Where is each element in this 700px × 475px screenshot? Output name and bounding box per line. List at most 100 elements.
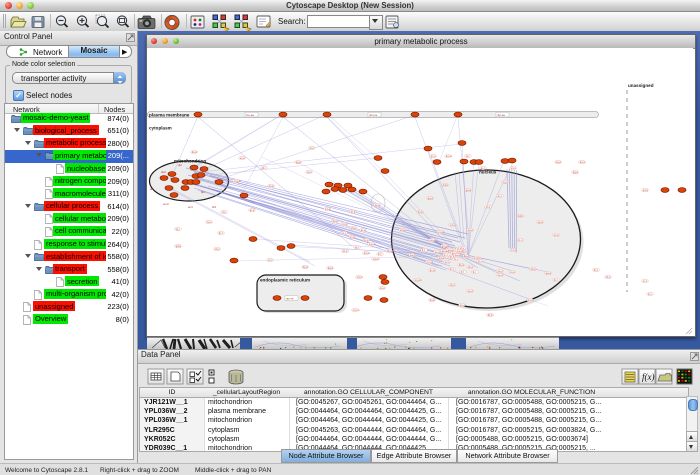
svg-text:amt: amt — [181, 184, 186, 188]
svg-text:unassigned: unassigned — [628, 83, 654, 88]
svg-text:endoplasmic reticulum: endoplasmic reticulum — [260, 278, 310, 283]
svg-text:me-m: me-m — [457, 250, 464, 253]
svg-text:cytoplasm: cytoplasm — [149, 126, 172, 131]
svg-text:fp-f: fp-f — [219, 231, 223, 235]
svg-text:oo-o: oo-o — [430, 239, 436, 242]
svg-text:oc-o: oc-o — [380, 287, 386, 290]
svg-text:bt-b: bt-b — [351, 210, 356, 214]
svg-text:ds-d: ds-d — [192, 150, 198, 154]
svg-text:pr-p: pr-p — [431, 154, 436, 158]
svg-text:ed-e: ed-e — [439, 256, 445, 260]
svg-text:bn-b: bn-b — [474, 256, 480, 260]
svg-text:rb-r: rb-r — [554, 278, 558, 282]
svg-text:bn-b: bn-b — [528, 298, 534, 302]
svg-text:ct-c: ct-c — [222, 210, 227, 214]
svg-text:ce-c: ce-c — [498, 270, 504, 273]
svg-text:mg-m: mg-m — [234, 180, 241, 183]
svg-text:gg-g: gg-g — [573, 171, 579, 174]
svg-text:od-o: od-o — [400, 228, 406, 232]
svg-text:ne-n: ne-n — [207, 221, 213, 224]
svg-text:tn-t: tn-t — [444, 253, 448, 257]
svg-text:mf-m: mf-m — [450, 223, 456, 227]
svg-text:sn-s: sn-s — [511, 167, 517, 170]
svg-text:aot: aot — [170, 176, 174, 180]
svg-text:dsd: dsd — [161, 170, 166, 174]
svg-text:gn-g: gn-g — [643, 189, 649, 192]
svg-text:tn-t: tn-t — [648, 292, 652, 296]
svg-text:oa-o: oa-o — [455, 254, 461, 257]
svg-text:oa-o: oa-o — [410, 254, 416, 257]
svg-text:ob-o: ob-o — [468, 265, 474, 269]
svg-text:rg-r: rg-r — [355, 245, 359, 249]
svg-text:ee-e: ee-e — [556, 161, 562, 164]
svg-text:op-o: op-o — [375, 204, 381, 207]
svg-text:rs-r: rs-r — [454, 257, 458, 261]
svg-text:fr-f: fr-f — [422, 248, 425, 252]
svg-text:gg-g: gg-g — [296, 161, 302, 164]
svg-text:ng-n: ng-n — [503, 181, 509, 184]
svg-text:am-a: am-a — [364, 252, 370, 255]
svg-text:mo-m: mo-m — [438, 231, 445, 234]
svg-text:oa-o: oa-o — [468, 229, 474, 232]
svg-text:ts-t: ts-t — [466, 154, 470, 158]
svg-text:mr-m: mr-m — [342, 222, 348, 226]
svg-text:be-b: be-b — [333, 219, 339, 223]
svg-text:sf-s: sf-s — [460, 246, 465, 250]
svg-text:gg-g: gg-g — [428, 197, 434, 200]
svg-text:an-re: an-re — [287, 296, 294, 300]
svg-text:cb-c: cb-c — [215, 247, 221, 251]
svg-text:pt-p: pt-p — [364, 238, 369, 242]
svg-text:db-d: db-d — [459, 263, 465, 267]
svg-text:oe-o: oe-o — [435, 251, 441, 254]
svg-text:ob-o: ob-o — [387, 249, 393, 253]
svg-text:plasma membrane: plasma membrane — [149, 113, 190, 118]
svg-text:bc-b: bc-b — [269, 184, 275, 188]
svg-text:nm-n: nm-n — [427, 261, 433, 264]
svg-text:re-r: re-r — [342, 231, 346, 235]
svg-text:me-m: me-m — [369, 243, 376, 246]
svg-text:dp-d: dp-d — [303, 265, 309, 269]
svg-text:f(x): f(x) — [642, 372, 655, 382]
svg-text:ma-m: ma-m — [373, 258, 380, 261]
svg-text:pb-p: pb-p — [531, 267, 537, 271]
svg-text:op-o: op-o — [460, 304, 466, 307]
svg-text:oe-o: oe-o — [468, 290, 474, 293]
svg-text:am-a: am-a — [446, 155, 452, 158]
svg-text:ga-g: ga-g — [546, 272, 552, 275]
svg-text:da-d: da-d — [464, 254, 470, 258]
svg-text:tp-t: tp-t — [481, 166, 485, 170]
svg-text:rg-r: rg-r — [176, 227, 180, 231]
svg-text:cm-c: cm-c — [511, 249, 517, 252]
svg-text:ec-e: ec-e — [240, 157, 246, 160]
svg-text:sf-s: sf-s — [486, 205, 491, 209]
svg-text:brd: brd — [212, 205, 216, 209]
svg-text:da-d: da-d — [328, 266, 334, 270]
svg-text:os-o: os-o — [498, 274, 504, 277]
svg-text:to-t: to-t — [498, 194, 502, 198]
svg-text:rd-r: rd-r — [262, 166, 266, 170]
svg-text:mt-m: mt-m — [357, 275, 363, 279]
svg-text:tf-t: tf-t — [473, 270, 476, 274]
svg-text:mo-m: mo-m — [353, 309, 360, 312]
svg-text:ga-g: ga-g — [448, 249, 454, 252]
svg-text:pf-p: pf-p — [343, 249, 348, 253]
svg-text:bd-b: bd-b — [443, 183, 449, 187]
svg-text:bn-b: bn-b — [418, 210, 424, 214]
svg-text:sm-s: sm-s — [325, 208, 331, 211]
svg-text:ar-a: ar-a — [361, 228, 366, 232]
svg-text:pb-p: pb-p — [351, 226, 357, 230]
svg-text:dp-se: dp-se — [498, 113, 506, 117]
svg-text:pp-p: pp-p — [538, 221, 544, 224]
svg-text:fr-f: fr-f — [461, 270, 464, 274]
svg-text:fo-f: fo-f — [450, 267, 454, 271]
svg-text:bo-se: bo-se — [247, 113, 255, 117]
svg-text:nucleus: nucleus — [479, 170, 497, 175]
svg-text:mp-m: mp-m — [415, 279, 422, 282]
svg-text:sc-s: sc-s — [445, 261, 450, 264]
svg-text:bd-b: bd-b — [518, 214, 524, 218]
svg-text:of-o: of-o — [606, 275, 611, 279]
svg-text:bo-b: bo-b — [430, 298, 436, 302]
svg-text:pc-p: pc-p — [554, 234, 560, 237]
svg-text:ant: ant — [150, 187, 154, 191]
svg-text:gc-g: gc-g — [442, 245, 448, 248]
